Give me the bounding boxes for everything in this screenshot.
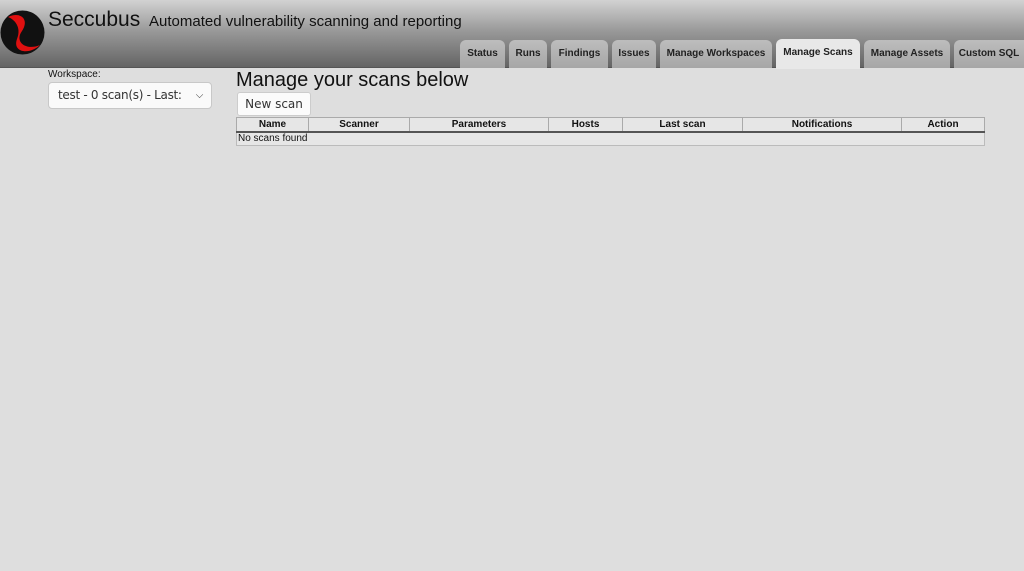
tab-issues[interactable]: Issues	[612, 40, 656, 68]
column-action[interactable]: Action	[901, 117, 985, 133]
column-scanner[interactable]: Scanner	[308, 117, 410, 133]
column-notifications[interactable]: Notifications	[742, 117, 902, 133]
tab-manage-workspaces[interactable]: Manage Workspaces	[660, 40, 772, 68]
scans-table: Name Scanner Parameters Hosts Last scan …	[236, 117, 985, 146]
column-hosts[interactable]: Hosts	[548, 117, 623, 133]
tab-manage-scans[interactable]: Manage Scans	[776, 39, 860, 69]
app-title: Seccubus	[48, 8, 141, 31]
tab-custom-sql[interactable]: Custom SQL	[954, 40, 1024, 68]
tab-runs[interactable]: Runs	[509, 40, 547, 68]
empty-message: No scans found	[236, 131, 985, 146]
new-scan-button[interactable]: New scan	[237, 92, 311, 116]
workspace-label: Workspace:	[48, 69, 101, 80]
page-title: Manage your scans below	[236, 69, 469, 91]
table-row: No scans found	[236, 131, 985, 146]
column-name[interactable]: Name	[236, 117, 309, 133]
chevron-down-icon: ⌵	[195, 90, 204, 101]
column-last-scan[interactable]: Last scan	[622, 117, 743, 133]
header: Seccubus Automated vulnerability scannin…	[0, 0, 1024, 69]
seccubus-logo	[0, 10, 45, 55]
column-parameters[interactable]: Parameters	[409, 117, 549, 133]
workspace-select-value: test - 0 scan(s) - Last:	[58, 88, 182, 102]
tab-status[interactable]: Status	[460, 40, 505, 68]
tab-findings[interactable]: Findings	[551, 40, 608, 68]
tab-manage-assets[interactable]: Manage Assets	[864, 40, 950, 68]
table-header-row: Name Scanner Parameters Hosts Last scan …	[236, 117, 985, 133]
app-subtitle: Automated vulnerability scanning and rep…	[149, 13, 462, 30]
workspace-select[interactable]: test - 0 scan(s) - Last: ⌵	[48, 82, 212, 109]
